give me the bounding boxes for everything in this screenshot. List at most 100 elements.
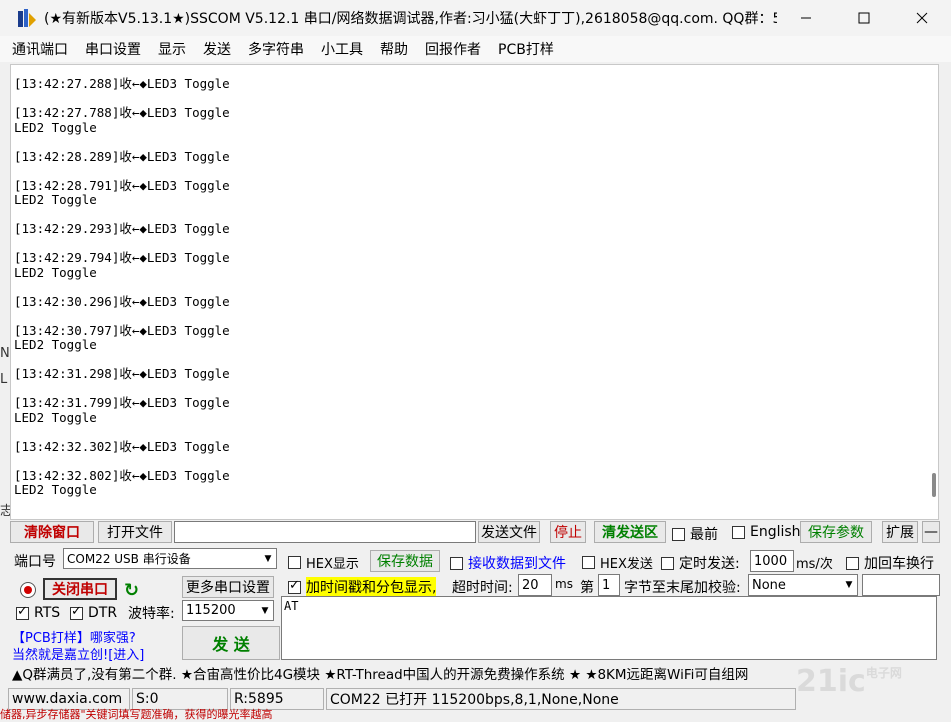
dtr-checkbox[interactable]: DTR (70, 604, 118, 621)
menu-item-tools[interactable]: 小工具 (321, 39, 363, 59)
close-icon (916, 12, 928, 24)
timestamp-label: 加时间戳和分包显示, (306, 577, 437, 597)
menu-item-send[interactable]: 发送 (203, 39, 231, 59)
interval-unit: ms/次 (796, 557, 833, 572)
send-file-button[interactable]: 发送文件 (478, 521, 540, 543)
menu-item-comm-port[interactable]: 通讯端口 (12, 39, 68, 59)
receive-line: [13:42:27.788]收←◆LED3 Toggle (14, 105, 230, 120)
receive-line: LED2 Toggle (14, 409, 97, 425)
receive-line (14, 135, 230, 150)
topmost-checkbox[interactable]: 最前 (672, 524, 718, 544)
stop-button[interactable]: 停止 (550, 521, 586, 543)
interval-input[interactable]: 1000 (750, 550, 794, 572)
menu-item-pcb[interactable]: PCB打样 (498, 39, 554, 59)
receive-line: [13:42:28.289]收←◆LED3 Toggle (14, 148, 230, 164)
timed-send-label: 定时发送: (679, 556, 740, 572)
english-checkbox[interactable]: English (732, 524, 801, 540)
receive-log: [13:42:27.288]收←◆LED3 Toggle [13:42:27.78… (14, 76, 230, 498)
receive-line (14, 353, 230, 368)
page-input[interactable]: 1 (598, 574, 620, 596)
checkbox-box (661, 556, 674, 570)
checksum-select[interactable]: None ▼ (748, 574, 858, 596)
timed-send-checkbox[interactable]: 定时发送: (661, 553, 740, 573)
dtr-label: DTR (88, 605, 118, 621)
port-select[interactable]: COM22 USB 串行设备 ▼ (63, 548, 277, 569)
close-port-button[interactable]: 关闭串口 (43, 578, 117, 600)
open-file-button[interactable]: 打开文件 (98, 521, 172, 543)
menu-bar: 通讯端口 串口设置 显示 发送 多字符串 小工具 帮助 回报作者 PCB打样 (0, 36, 951, 62)
receive-line: LED2 Toggle (14, 264, 97, 280)
checksum-extra-input[interactable] (862, 574, 940, 596)
menu-item-display[interactable]: 显示 (158, 39, 186, 59)
collapse-button[interactable]: — (922, 521, 940, 543)
baud-label: 波特率: (128, 606, 175, 622)
hex-display-checkbox[interactable]: HEX显示 (288, 553, 359, 572)
send-input[interactable]: AT (281, 596, 937, 660)
receive-line: [13:42:29.794]收←◆LED3 Toggle (14, 250, 230, 265)
chevron-down-icon: ▼ (261, 605, 269, 616)
more-settings-button[interactable]: 更多串口设置 (182, 576, 274, 598)
maximize-icon (858, 12, 870, 24)
timestamp-checkbox[interactable]: 加时间戳和分包显示, (288, 577, 437, 597)
checkbox-box (16, 604, 29, 620)
receive-line: [13:42:29.293]收←◆LED3 Toggle (14, 221, 230, 236)
receive-line: [13:42:31.298]收←◆LED3 Toggle (14, 366, 230, 381)
recv-to-file-label: 接收数据到文件 (468, 556, 566, 572)
receive-line (14, 280, 230, 295)
rts-checkbox[interactable]: RTS (16, 604, 61, 621)
port-label: 端口号 (14, 554, 56, 570)
recv-to-file-checkbox[interactable]: 接收数据到文件 (450, 553, 566, 573)
toolbar-row: 清除窗口 打开文件 发送文件 停止 清发送区 最前 English 保存参数 扩… (10, 521, 945, 545)
receive-line (14, 309, 230, 324)
receive-line (14, 208, 230, 223)
receive-line: [13:42:31.799]收←◆LED3 Toggle (14, 395, 230, 410)
sscom-window: # N L 志 (★有新版本V5.13.1★)SSCOM V5.12.1 串口/… (0, 0, 951, 721)
close-button[interactable] (893, 0, 951, 36)
receive-line (14, 237, 230, 252)
timeout-input[interactable]: 20 (518, 574, 552, 596)
checksum-value: None (752, 577, 786, 593)
vertical-scrollbar[interactable] (932, 473, 936, 497)
rts-label: RTS (34, 605, 61, 621)
minimize-button[interactable] (777, 0, 835, 36)
receive-line (14, 382, 230, 397)
window-title: (★有新版本V5.13.1★)SSCOM V5.12.1 串口/网络数据调试器,… (44, 11, 777, 27)
send-button[interactable]: 发 送 (182, 626, 280, 660)
checkbox-box (450, 556, 463, 570)
receive-line: [13:42:27.288]收←◆LED3 Toggle (14, 76, 230, 91)
receive-area[interactable]: [13:42:27.288]收←◆LED3 Toggle [13:42:27.78… (10, 64, 939, 520)
receive-line (14, 92, 230, 107)
save-params-button[interactable]: 保存参数 (800, 521, 872, 543)
baud-select[interactable]: 115200 ▼ (182, 600, 274, 621)
menu-item-serial-settings[interactable]: 串口设置 (85, 39, 141, 59)
background-fragment: L (0, 372, 8, 387)
background-fragment: N (0, 346, 10, 361)
receive-line: LED2 Toggle (14, 337, 97, 352)
expand-button[interactable]: 扩展 (882, 521, 918, 543)
clear-send-button[interactable]: 清发送区 (594, 521, 666, 543)
receive-line: LED2 Toggle (14, 192, 97, 207)
receive-line (14, 425, 230, 440)
ticker-text[interactable]: ▲Q群满员了,没有第二个群. ★合宙高性价比4G模块 ★RT-Thread中国人… (12, 663, 748, 683)
menu-item-help[interactable]: 帮助 (380, 39, 408, 59)
hex-send-checkbox[interactable]: HEX发送 (582, 553, 653, 572)
checkbox-box (732, 525, 745, 539)
checkbox-box (288, 578, 301, 594)
promo-link-2[interactable]: 当然就是嘉立创![进入] (12, 644, 144, 663)
checkbox-box (846, 556, 859, 570)
maximize-button[interactable] (835, 0, 893, 36)
refresh-icon[interactable]: ↻ (124, 580, 139, 601)
receive-line: LED2 Toggle (14, 482, 97, 497)
chevron-down-icon: ▼ (845, 580, 853, 590)
baud-value: 115200 (186, 603, 236, 618)
save-data-button[interactable]: 保存数据 (370, 550, 440, 572)
checkbox-box (288, 556, 301, 569)
file-path-input[interactable] (174, 521, 476, 543)
menu-item-report-author[interactable]: 回报作者 (425, 39, 481, 59)
title-bar: (★有新版本V5.13.1★)SSCOM V5.12.1 串口/网络数据调试器,… (0, 0, 951, 36)
clear-window-button[interactable]: 清除窗口 (10, 521, 94, 543)
receive-line: [13:42:30.296]收←◆LED3 Toggle (14, 293, 230, 309)
receive-line: [13:42:30.797]收←◆LED3 Toggle (14, 322, 230, 338)
add-crlf-checkbox[interactable]: 加回车换行 (846, 553, 934, 573)
menu-item-multi-string[interactable]: 多字符串 (248, 39, 304, 59)
